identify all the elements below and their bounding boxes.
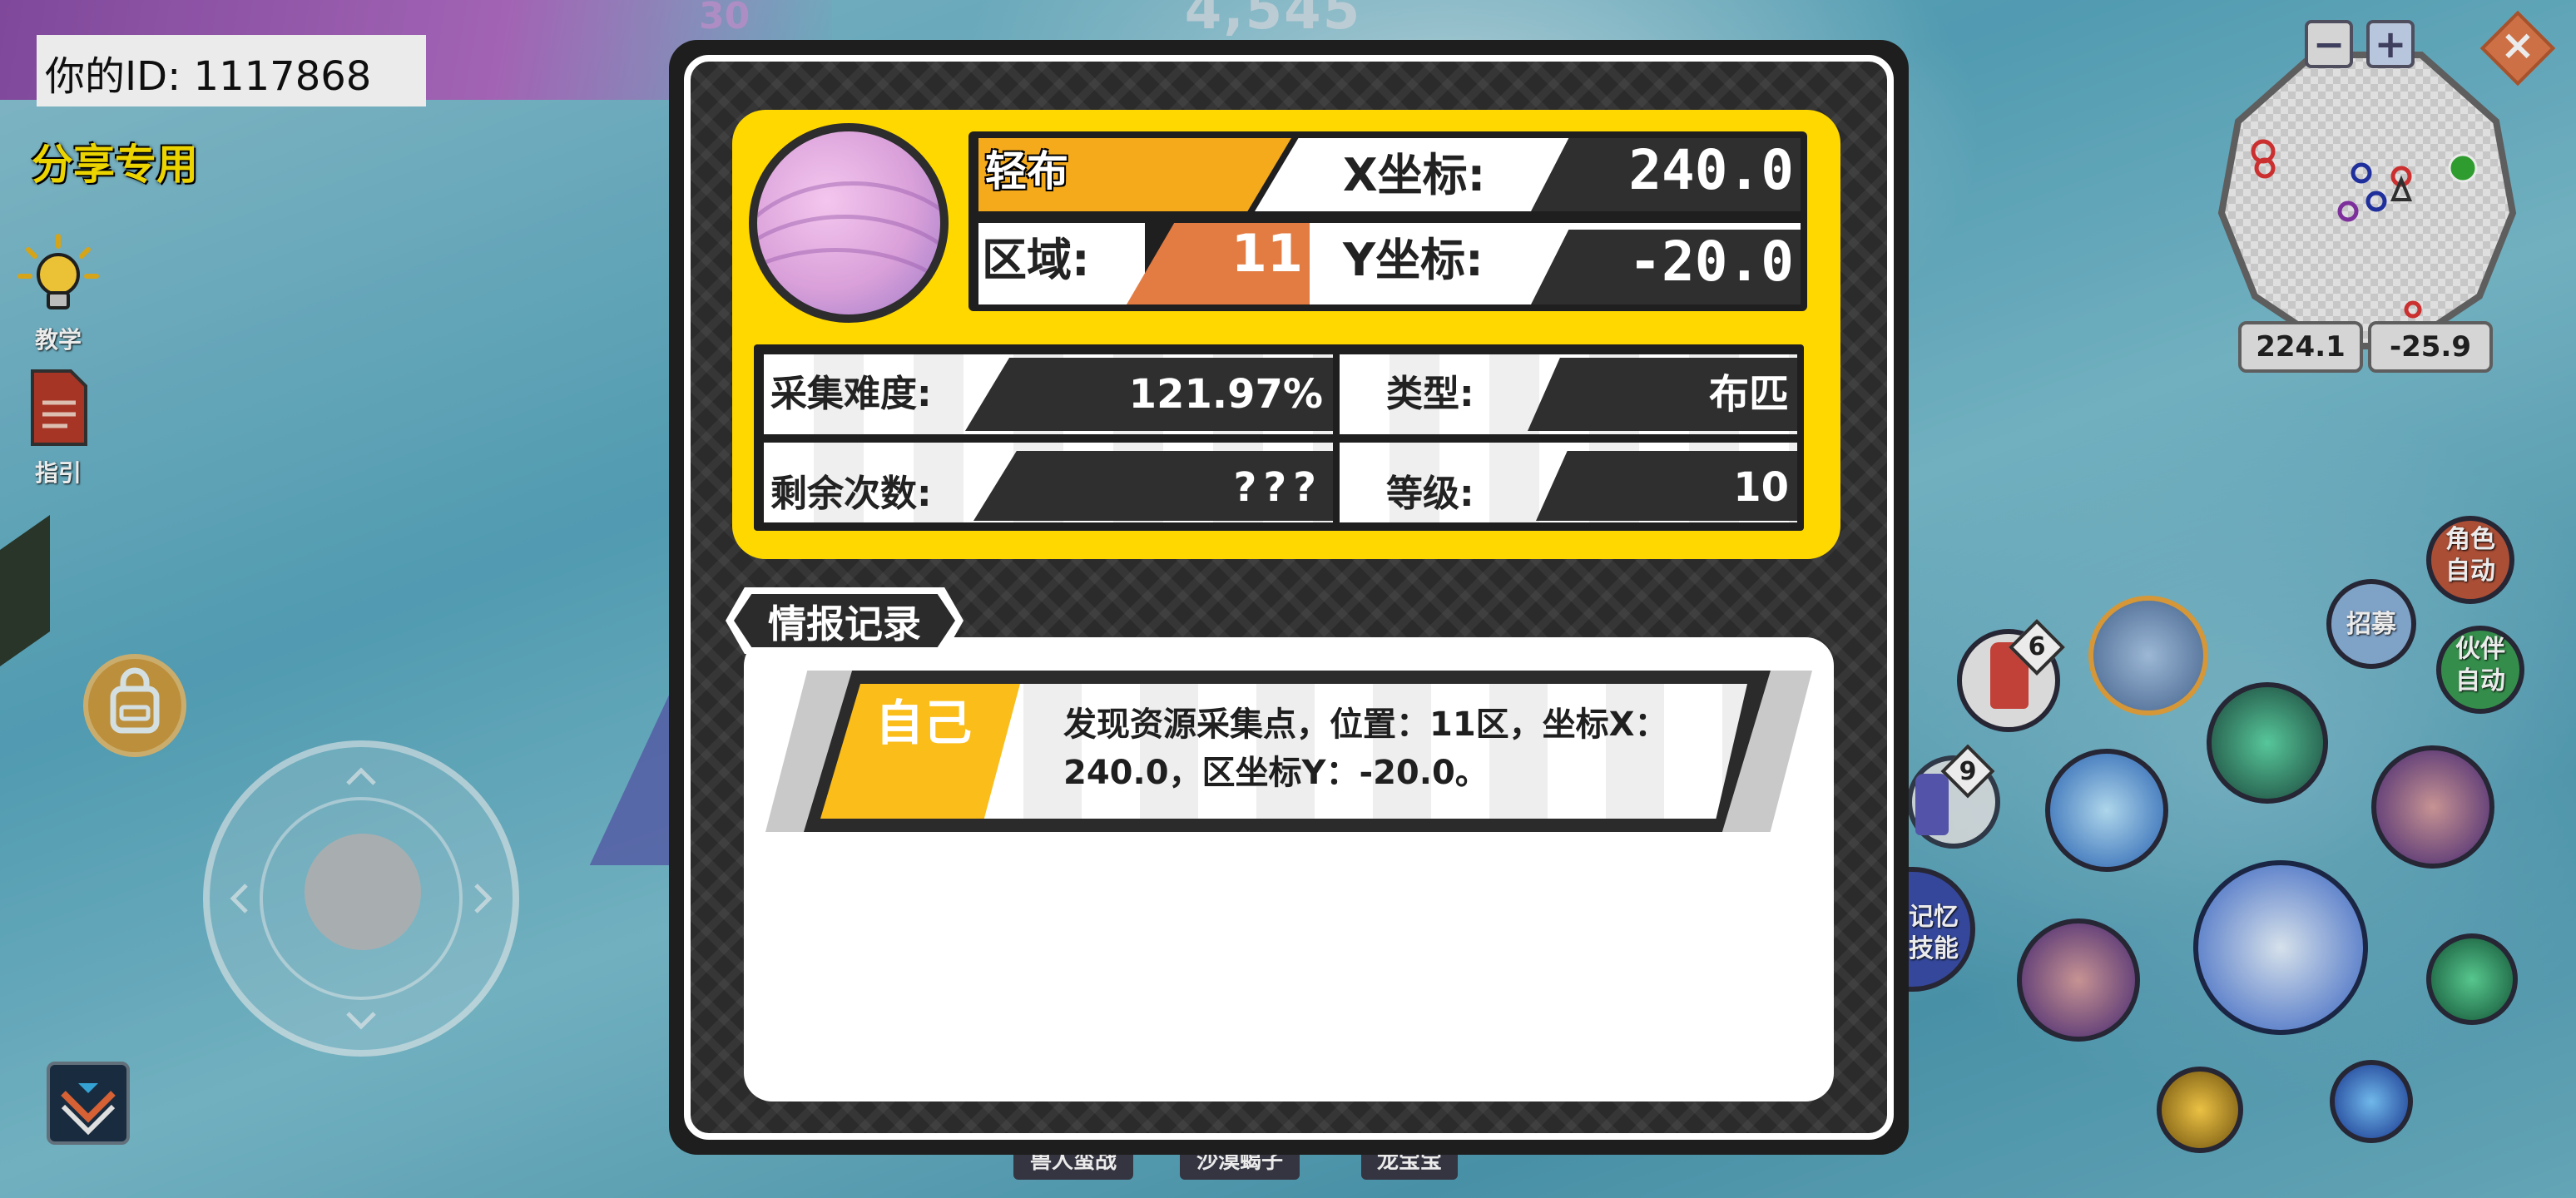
record-text: 发现资源采集点，位置：11区，坐标X：240.0，区坐标Y：-20.0。 [1063,705,1668,792]
intel-tab-label: 情报记录 [768,601,921,646]
level-label: 等级: [1386,473,1474,515]
y-coord-value: -20.0 [1628,230,1794,294]
region-value: 11 [1231,223,1303,284]
resource-name: 轻布 [985,147,1068,196]
remaining-value: ??? [1233,464,1323,511]
y-coord-label: Y坐标: [1343,234,1484,286]
level-value: 10 [1733,464,1789,511]
type-label: 类型: [1386,373,1474,415]
difficulty-label: 采集难度: [770,373,932,415]
resource-icon [749,123,949,323]
region-label: 区域: [982,234,1090,286]
remaining-label: 剩余次数: [770,473,932,515]
record-source: 自己 [874,695,972,751]
x-coord-label: X坐标: [1343,149,1486,201]
difficulty-value: 121.97% [1128,371,1323,418]
x-coord-value: 240.0 [1628,138,1794,202]
type-value: 布匹 [1708,371,1789,418]
